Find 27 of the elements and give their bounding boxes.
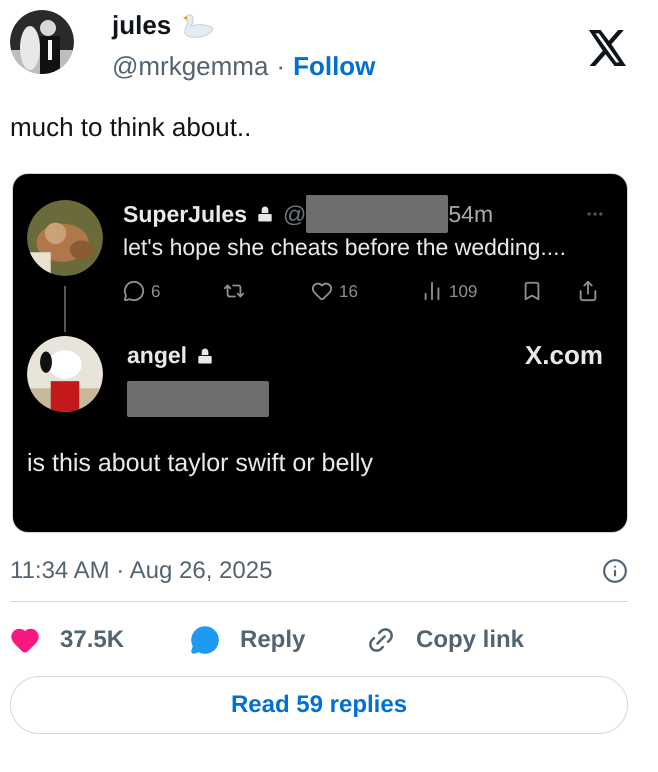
author-name: jules bbox=[112, 9, 172, 42]
reply-text: is this about taylor swift or belly bbox=[27, 448, 374, 479]
like-icon[interactable] bbox=[311, 280, 333, 302]
site-label: X.com bbox=[524, 339, 603, 372]
reply-name: angel bbox=[127, 341, 188, 370]
lock-icon bbox=[255, 204, 275, 224]
tweet-text: much to think about.. bbox=[10, 111, 252, 144]
timestamp: 11:34 AM · Aug 26, 2025 bbox=[10, 556, 272, 586]
info-icon[interactable] bbox=[602, 558, 628, 584]
follow-link[interactable]: Follow bbox=[293, 47, 376, 86]
quoted-name: SuperJules bbox=[123, 200, 247, 229]
speech-bubble-icon[interactable] bbox=[190, 625, 220, 655]
stat-count: 109 bbox=[449, 280, 478, 302]
share-icon[interactable] bbox=[577, 280, 599, 302]
quoted-text: let's hope she cheats before the wedding.... bbox=[123, 233, 567, 262]
x-logo-icon[interactable] bbox=[588, 30, 628, 66]
reply-icon[interactable] bbox=[123, 280, 145, 302]
action-label[interactable]: 37.5K bbox=[60, 622, 124, 658]
author-handle: @mrkgemma bbox=[112, 50, 268, 83]
stat-count: 6 bbox=[151, 280, 160, 302]
action-label[interactable]: Reply bbox=[240, 622, 306, 658]
quoted-handle: @ bbox=[283, 200, 306, 229]
separator: · bbox=[276, 50, 286, 83]
stat-count: 16 bbox=[339, 280, 358, 302]
read-replies-button[interactable]: Read 59 replies bbox=[10, 676, 628, 734]
post-time: 54m bbox=[448, 200, 494, 229]
action-label[interactable]: Copy link bbox=[416, 622, 524, 658]
